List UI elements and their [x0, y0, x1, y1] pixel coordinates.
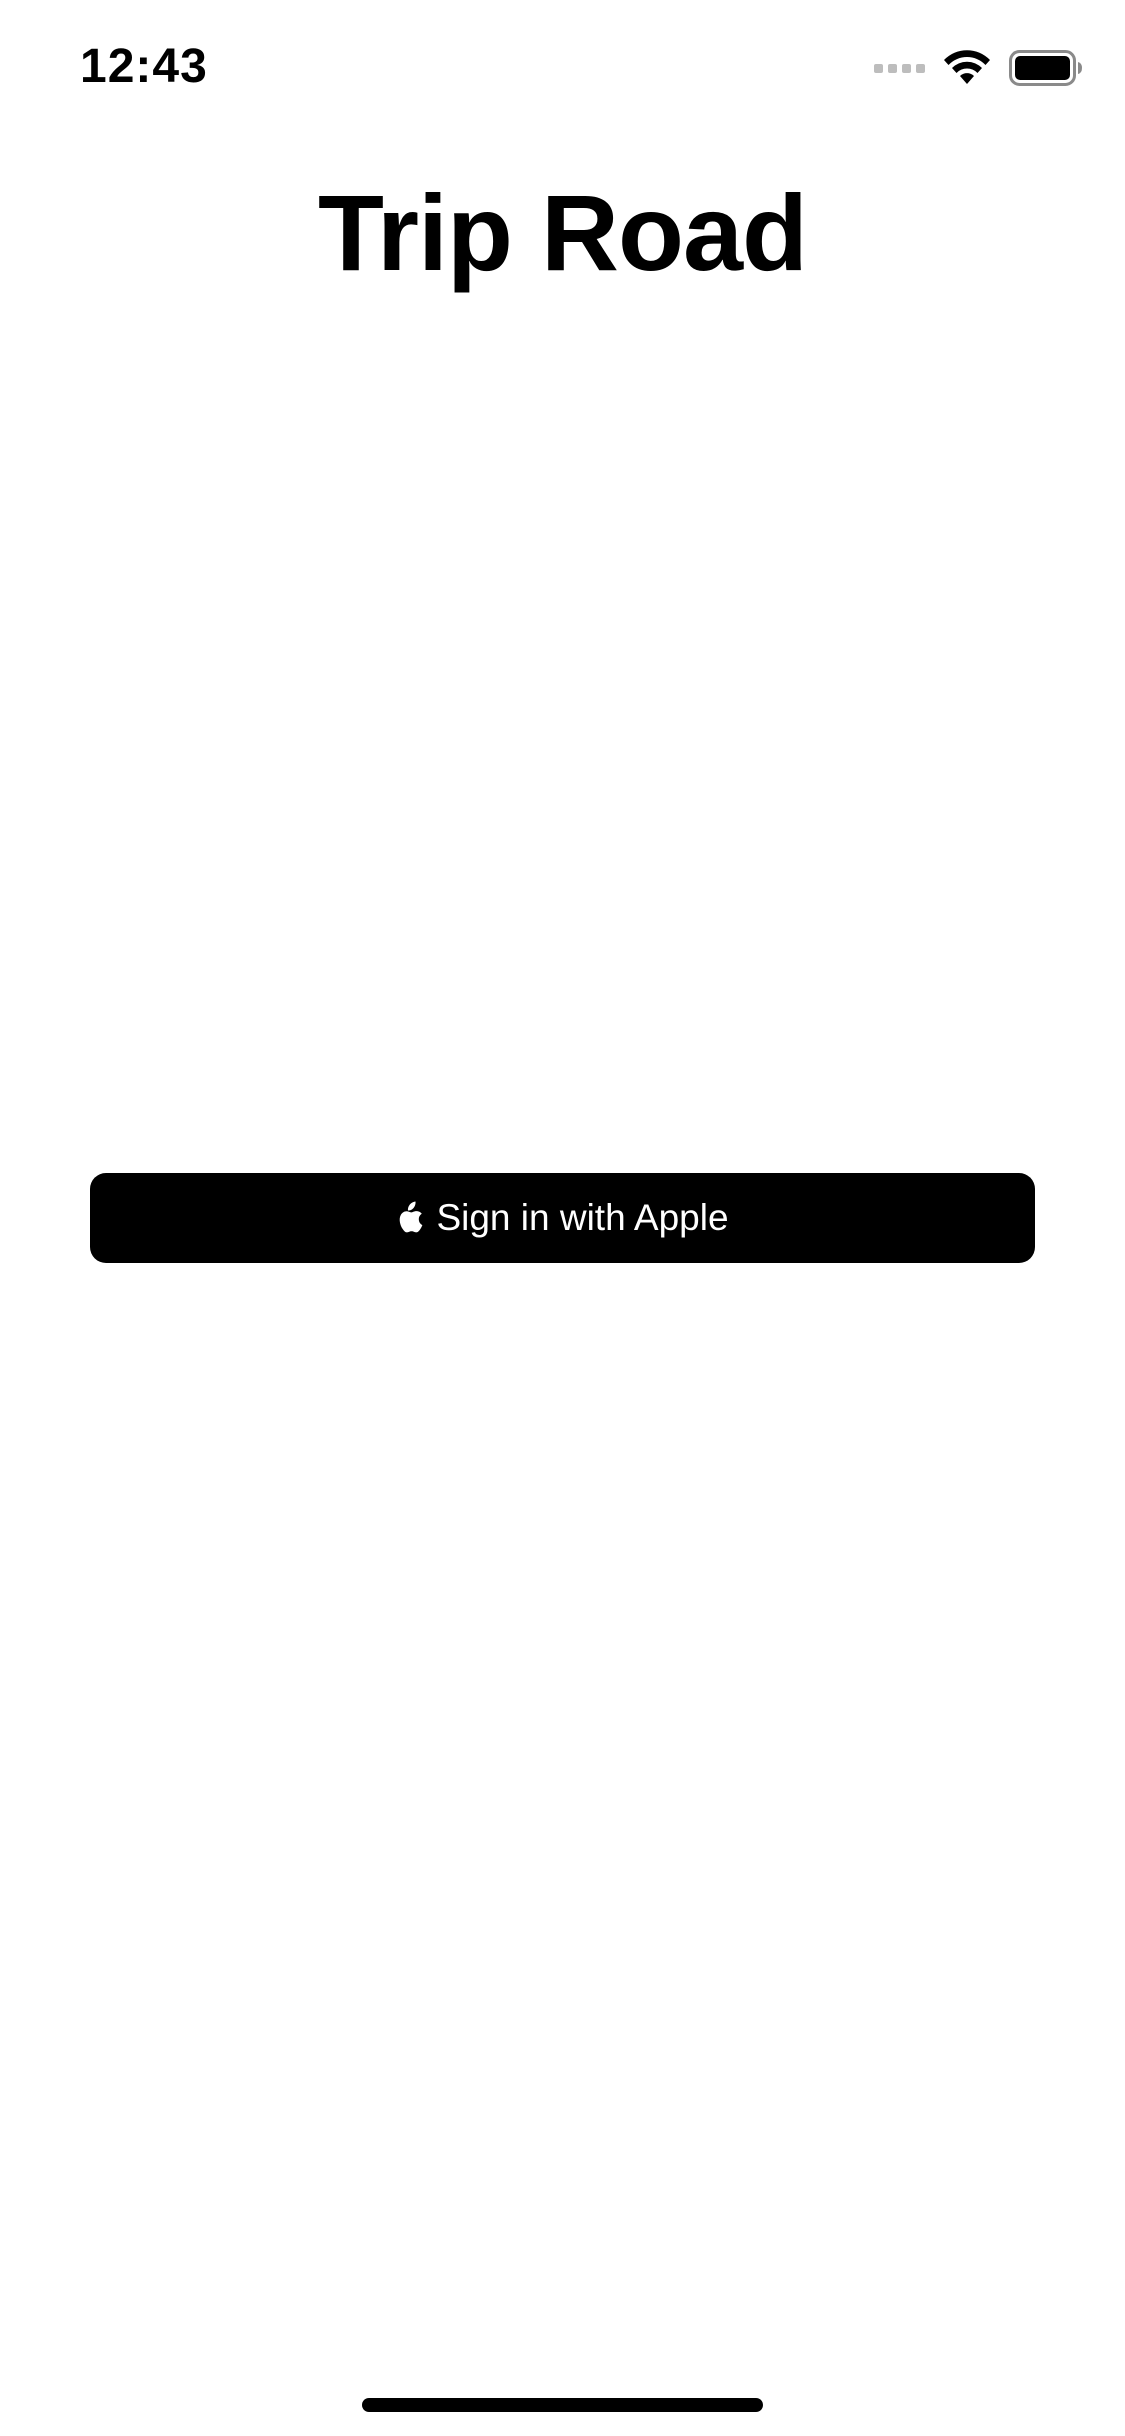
apple-logo-icon [400, 1201, 423, 1233]
home-indicator[interactable] [362, 2398, 763, 2412]
wifi-icon [943, 50, 991, 86]
status-bar: 12:43 [0, 0, 1125, 140]
sign-in-with-apple-button[interactable]: Sign in with Apple [90, 1173, 1035, 1263]
battery-icon [1009, 50, 1083, 86]
cellular-signal-icon [874, 48, 925, 88]
status-icons [874, 48, 1083, 88]
app-title: Trip Road [317, 172, 808, 293]
sign-in-button-label: Sign in with Apple [436, 1197, 729, 1238]
status-time: 12:43 [80, 40, 208, 93]
